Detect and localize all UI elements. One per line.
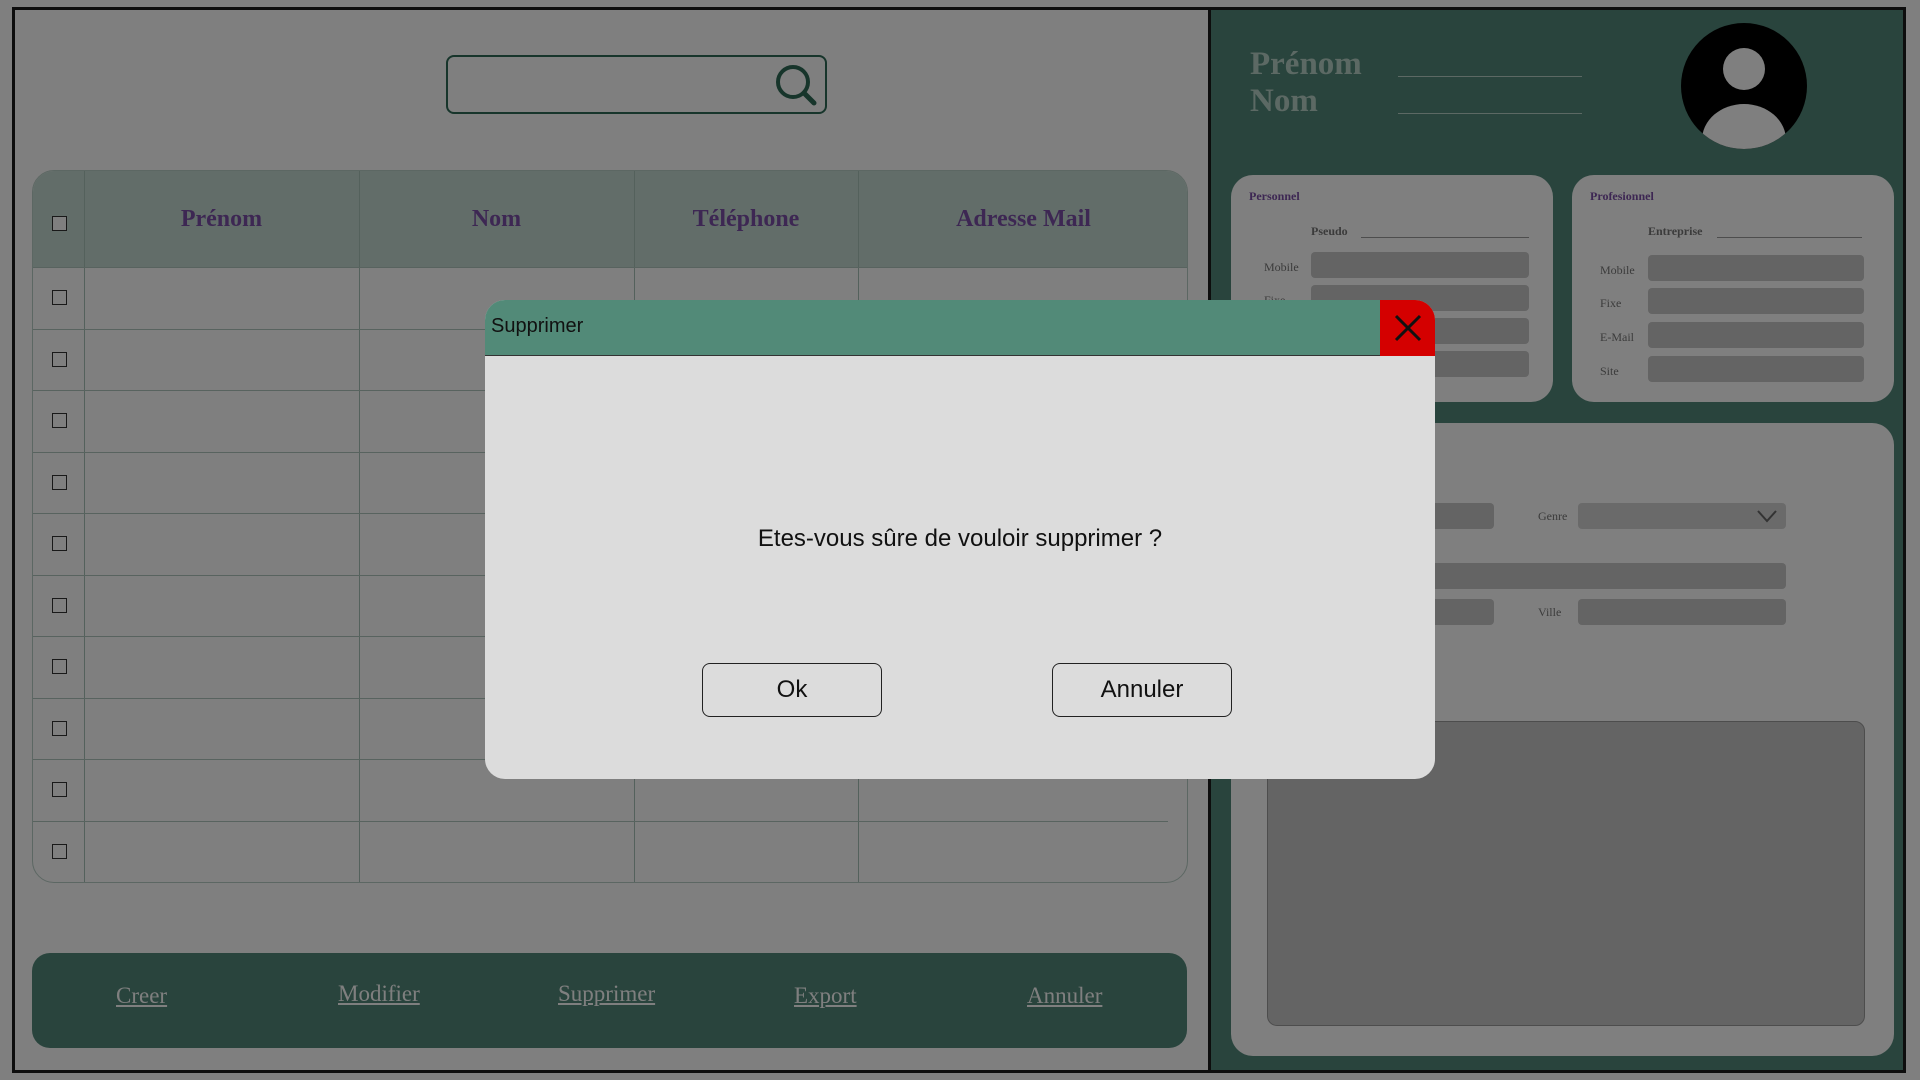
dialog-message: Etes-vous sûre de vouloir supprimer ? bbox=[757, 525, 1163, 552]
dialog-header: Supprimer bbox=[485, 300, 1435, 356]
delete-confirm-dialog: Supprimer Etes-vous sûre de vouloir supp… bbox=[485, 300, 1435, 779]
dialog-close-button[interactable] bbox=[1380, 300, 1435, 356]
annuler-button[interactable]: Annuler bbox=[1052, 663, 1232, 717]
dialog-title: Supprimer bbox=[491, 315, 584, 337]
ok-button[interactable]: Ok bbox=[702, 663, 882, 717]
close-icon bbox=[1394, 314, 1421, 342]
